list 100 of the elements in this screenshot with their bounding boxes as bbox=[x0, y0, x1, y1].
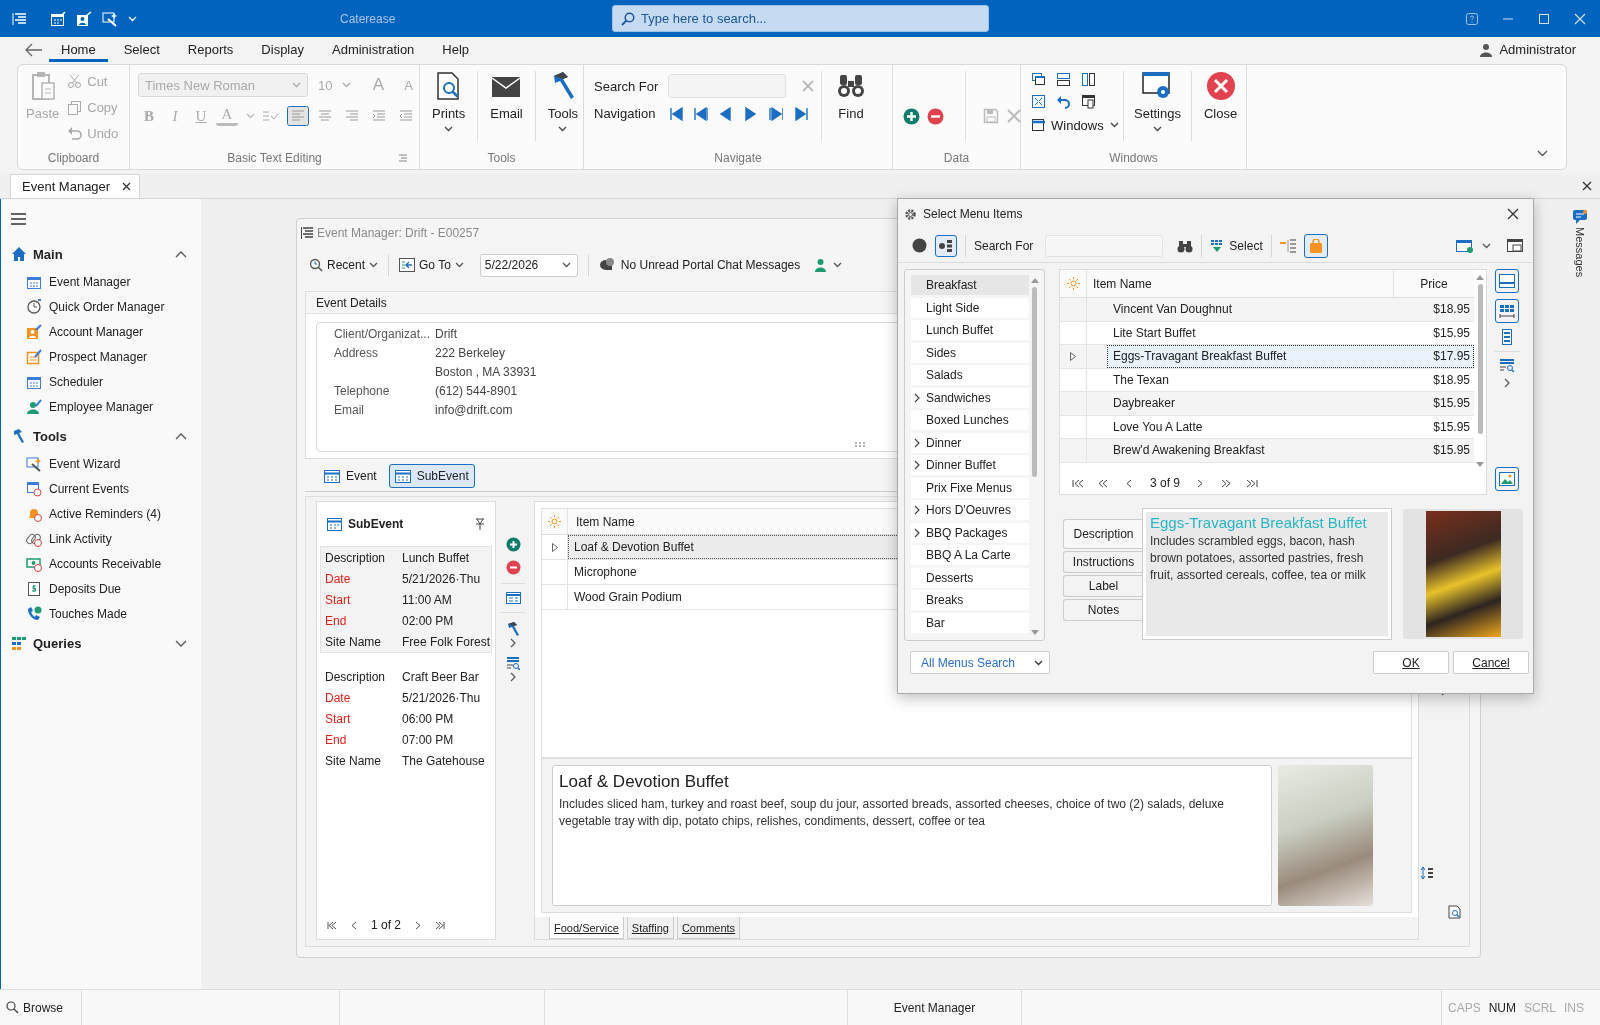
chevron-right-icon[interactable] bbox=[914, 460, 920, 470]
category-item[interactable]: Light Side bbox=[911, 297, 1029, 318]
recent-button[interactable]: Recent bbox=[309, 258, 379, 272]
category-item[interactable]: Lunch Buffet bbox=[911, 320, 1029, 340]
first-icon[interactable] bbox=[669, 106, 683, 121]
person-icon[interactable] bbox=[814, 258, 828, 272]
category-item[interactable]: Salads bbox=[911, 365, 1029, 385]
column-header[interactable]: Item Name bbox=[1087, 270, 1394, 297]
document-tab[interactable]: Event Manager bbox=[10, 174, 141, 198]
maximize-icon[interactable] bbox=[1538, 12, 1550, 25]
table-cell[interactable]: Lite Start Buffet bbox=[1113, 325, 1196, 340]
category-item[interactable]: Dinner Buffet bbox=[911, 455, 1029, 475]
detail-tab[interactable]: Instructions bbox=[1063, 551, 1143, 573]
tile-horizontal-icon[interactable] bbox=[1056, 72, 1071, 87]
previous-page-icon[interactable] bbox=[694, 106, 708, 121]
dialog-button[interactable]: OK bbox=[1373, 651, 1449, 674]
chat-icon[interactable] bbox=[1573, 210, 1587, 224]
ribbon-button[interactable]: Prints bbox=[420, 71, 478, 132]
menu-tab[interactable]: Select bbox=[111, 37, 172, 62]
view-tab[interactable]: Event bbox=[318, 464, 383, 488]
hammer-icon[interactable] bbox=[506, 621, 520, 636]
last-icon[interactable] bbox=[794, 106, 808, 121]
category-item[interactable]: Breaks bbox=[911, 590, 1029, 610]
ribbon-button[interactable]: Tools bbox=[535, 71, 591, 132]
table-cell[interactable]: Loaf & Devotion Buffet bbox=[574, 540, 694, 554]
sidebar-item[interactable]: Link Activity bbox=[1, 526, 201, 551]
hamburger-menu-icon[interactable] bbox=[11, 213, 26, 225]
person-icon[interactable] bbox=[76, 10, 92, 27]
sidebar-item[interactable]: Scheduler bbox=[1, 369, 201, 394]
first-icon[interactable] bbox=[1072, 478, 1084, 488]
collapse-ribbon-icon[interactable] bbox=[1537, 150, 1548, 157]
calendar-icon[interactable] bbox=[50, 10, 66, 27]
category-item[interactable]: BBQ Packages bbox=[911, 522, 1029, 543]
detail-tab[interactable]: Notes bbox=[1063, 599, 1143, 621]
table-cell[interactable]: Microphone bbox=[574, 565, 637, 579]
scroll-down-icon[interactable] bbox=[1476, 462, 1484, 468]
sidebar-item[interactable]: Touches Made bbox=[1, 601, 201, 626]
column-header[interactable]: Item Name bbox=[568, 514, 635, 529]
scroll-down-icon[interactable] bbox=[1030, 630, 1039, 636]
category-item[interactable]: Hors D'Oeuvres bbox=[911, 500, 1029, 520]
category-item[interactable]: Sandwiches bbox=[911, 387, 1029, 408]
record-dot-icon[interactable] bbox=[912, 238, 927, 253]
sort-icon[interactable] bbox=[1420, 866, 1434, 880]
menu-tab[interactable]: Administration bbox=[320, 37, 427, 62]
previous-icon[interactable] bbox=[719, 106, 733, 121]
chevron-up-icon[interactable] bbox=[175, 250, 187, 258]
back-arrow-icon[interactable] bbox=[25, 42, 43, 57]
window-icon[interactable] bbox=[1507, 238, 1523, 253]
undo-icon[interactable] bbox=[1056, 94, 1071, 109]
chevron-up-icon[interactable] bbox=[175, 432, 187, 440]
section-header[interactable]: Queries bbox=[33, 635, 169, 651]
table-cell[interactable]: Vincent Van Doughnut bbox=[1113, 302, 1232, 317]
scroll-up-icon[interactable] bbox=[1030, 277, 1039, 283]
sidebar-item[interactable]: Event Manager bbox=[1, 269, 201, 294]
chevron-right-icon[interactable] bbox=[1504, 378, 1510, 388]
pin-icon[interactable] bbox=[475, 518, 485, 530]
tile-vertical-icon[interactable] bbox=[1081, 72, 1096, 87]
next-page-icon[interactable] bbox=[1220, 478, 1233, 488]
close-icon[interactable] bbox=[1582, 180, 1592, 191]
column-header[interactable]: Price bbox=[1394, 276, 1474, 291]
layout-button[interactable] bbox=[1495, 299, 1519, 323]
previous-icon[interactable] bbox=[349, 920, 359, 930]
fullscreen-icon[interactable] bbox=[1031, 94, 1046, 109]
remove-icon[interactable] bbox=[927, 107, 944, 125]
category-item[interactable]: Prix Fixe Menus bbox=[911, 477, 1029, 498]
category-item[interactable]: Breakfast bbox=[911, 275, 1029, 295]
expand-triangle-icon[interactable] bbox=[551, 542, 558, 552]
table-cell[interactable]: Eggs-Travagant Breakfast Buffet bbox=[1113, 349, 1287, 364]
expand-triangle-icon[interactable] bbox=[1070, 351, 1076, 361]
scrollbar-thumb[interactable] bbox=[1477, 284, 1483, 434]
section-header[interactable]: Tools bbox=[33, 428, 169, 444]
sidebar-item[interactable]: Event Wizard bbox=[1, 451, 201, 476]
sidebar-item[interactable]: Prospect Manager bbox=[1, 344, 201, 369]
help-icon[interactable] bbox=[1466, 12, 1478, 25]
category-item[interactable]: Dinner bbox=[911, 432, 1029, 453]
menu-icon[interactable] bbox=[12, 11, 26, 26]
table-cell[interactable]: The Texan bbox=[1113, 372, 1169, 387]
edit-list-icon[interactable] bbox=[1499, 358, 1515, 372]
category-item[interactable]: Boxed Lunches bbox=[911, 410, 1029, 430]
settings-button[interactable]: Settings bbox=[1124, 71, 1191, 132]
window-icon[interactable] bbox=[1081, 94, 1096, 109]
cascade-windows-icon[interactable] bbox=[1031, 72, 1046, 87]
find-button[interactable]: Find bbox=[822, 71, 880, 121]
table-cell[interactable]: Daybreaker bbox=[1113, 396, 1176, 411]
remove-icon[interactable] bbox=[505, 560, 521, 575]
windows-button[interactable]: Windows bbox=[1031, 116, 1117, 134]
date-field[interactable]: 5/22/2026 bbox=[479, 253, 578, 277]
tree-icon[interactable] bbox=[1279, 238, 1296, 253]
chevron-right-icon[interactable] bbox=[510, 672, 516, 682]
messages-tab[interactable]: Messages bbox=[1574, 227, 1586, 278]
scroll-up-icon[interactable] bbox=[1476, 274, 1484, 280]
scope-dropdown[interactable]: All Menus Search bbox=[910, 651, 1050, 674]
view-tab[interactable]: SubEvent bbox=[388, 464, 475, 488]
menu-icon[interactable] bbox=[301, 226, 313, 240]
menu-tab[interactable]: Help bbox=[430, 37, 482, 62]
bottom-tab[interactable]: Food/Service bbox=[549, 917, 624, 939]
category-item[interactable]: Sides bbox=[911, 342, 1029, 363]
dialog-button[interactable]: Cancel bbox=[1453, 651, 1529, 674]
next-page-icon[interactable] bbox=[769, 106, 783, 121]
close-icon[interactable] bbox=[122, 182, 132, 191]
